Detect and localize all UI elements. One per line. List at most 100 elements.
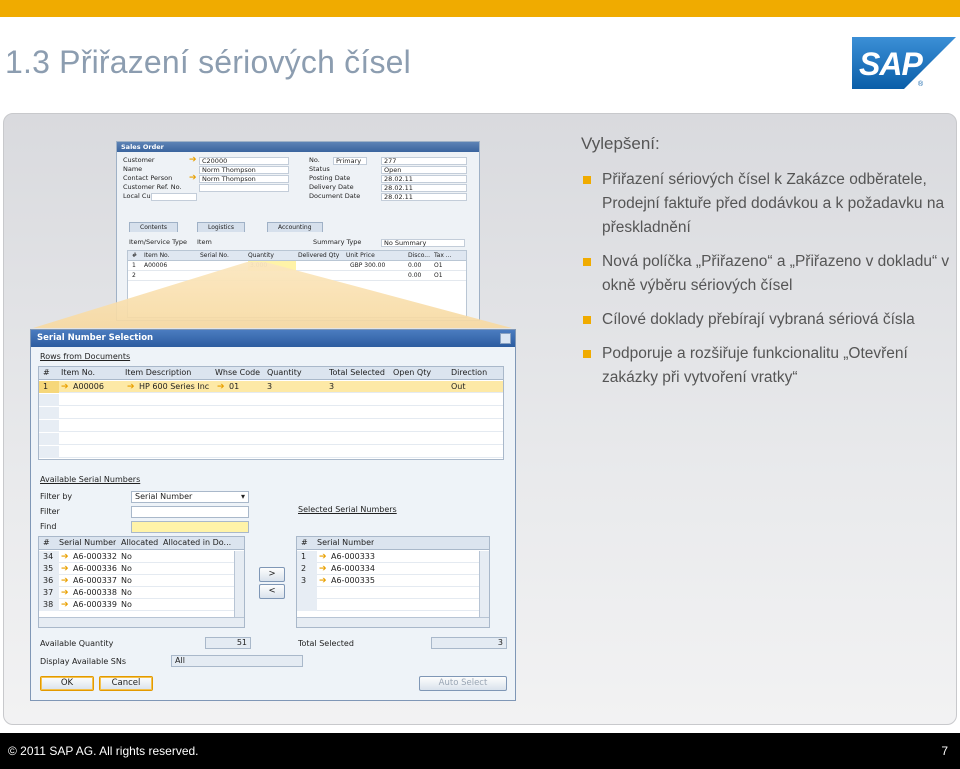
so-label-delivery: Delivery Date [309, 183, 354, 191]
so-field-customer[interactable]: C20000 [199, 157, 289, 165]
avail-row-serial: A6-000339 [73, 600, 117, 609]
so-label-summary: Summary Type [313, 238, 362, 246]
table-row[interactable] [39, 407, 503, 419]
link-arrow-icon[interactable]: ➔ [61, 575, 69, 587]
so-series-field[interactable]: Primary [333, 157, 367, 165]
bullet-square-icon [583, 316, 591, 324]
selected-hscrollbar[interactable] [297, 617, 489, 627]
bullet-item: Přiřazení sériových čísel k Zakázce odbě… [581, 168, 951, 240]
link-arrow-icon[interactable]: ➔ [61, 551, 69, 563]
sel-row-serial: A6-000335 [331, 576, 375, 585]
bullet-item: Cílové doklady přebírají vybraná sériová… [581, 308, 951, 332]
display-available-select[interactable]: All [171, 655, 303, 667]
move-right-button[interactable]: > [259, 567, 285, 582]
close-icon[interactable] [500, 333, 511, 344]
auto-select-button[interactable]: Auto Select [419, 676, 507, 691]
doc-row-item: A00006 [73, 382, 104, 391]
so-field-itemtype[interactable]: Item [197, 238, 212, 247]
so-field-posting[interactable]: 28.02.11 [381, 175, 467, 183]
tab-logistics[interactable]: Logistics [197, 222, 245, 232]
chevron-down-icon[interactable]: ▾ [241, 492, 245, 502]
avail-row-allocated: No [121, 600, 132, 609]
table-row[interactable]: 2 0.00 O1 [128, 271, 466, 281]
table-row[interactable]: 37 ➔ A6-000338 No [39, 587, 244, 599]
table-row[interactable]: 34 ➔ A6-000332 No [39, 551, 244, 563]
so-row-tax: O1 [434, 272, 443, 279]
row-number-cell [39, 407, 59, 419]
so-field-custref[interactable] [199, 184, 289, 192]
table-row[interactable]: 36 ➔ A6-000337 No [39, 575, 244, 587]
so-grid-header: # Item No. Serial No. Quantity Delivered… [128, 251, 466, 261]
bullet-square-icon [583, 258, 591, 266]
doc-row-direction: Out [451, 382, 466, 391]
available-grid-header: # Serial Number Allocated Allocated in D… [39, 537, 244, 550]
so-row-num: 1 [132, 262, 136, 269]
available-serials-grid: # Serial Number Allocated Allocated in D… [38, 536, 245, 628]
table-row[interactable]: 1 ➔ A00006 ➔ HP 600 Series Inc ➔ 01 3 3 … [39, 381, 503, 393]
row-number-cell [39, 433, 59, 445]
so-col-price: Unit Price [346, 252, 375, 259]
doc-row-total-selected: 3 [329, 382, 335, 391]
so-field-status[interactable]: Open [381, 166, 467, 174]
move-left-button[interactable]: < [259, 584, 285, 599]
sap-logo: SAP ® [852, 37, 956, 89]
link-arrow-icon[interactable]: ➔ [217, 381, 225, 393]
filter-input[interactable] [131, 506, 249, 518]
ok-button[interactable]: OK [40, 676, 94, 691]
link-arrow-icon[interactable]: ➔ [61, 599, 69, 611]
available-scrollbar[interactable] [234, 551, 244, 619]
tab-accounting[interactable]: Accounting [267, 222, 323, 232]
doc-col-description: Item Description [125, 368, 192, 377]
table-row[interactable] [297, 587, 489, 599]
tab-contents[interactable]: Contents [129, 222, 178, 232]
link-arrow-icon[interactable]: ➔ [61, 381, 69, 393]
link-arrow-icon[interactable]: ➔ [319, 563, 327, 575]
so-field-delivery[interactable]: 28.02.11 [381, 184, 467, 192]
table-row[interactable]: 38 ➔ A6-000339 No [39, 599, 244, 611]
link-arrow-icon[interactable]: ➔ [127, 381, 135, 393]
link-arrow-icon[interactable]: ➔ [319, 551, 327, 563]
table-row[interactable] [297, 599, 489, 611]
link-arrow-icon[interactable]: ➔ [319, 575, 327, 587]
table-row[interactable]: 3 ➔ A6-000335 [297, 575, 489, 587]
so-field-docnum[interactable]: 277 [381, 157, 467, 165]
table-row[interactable]: 1 ➔ A6-000333 [297, 551, 489, 563]
link-arrow-icon[interactable]: ➔ [189, 174, 197, 183]
so-row-qty[interactable]: 3.000 [248, 261, 296, 271]
so-col-tax: Tax ... [434, 252, 452, 259]
bullet-text: Cílové doklady přebírají vybraná sériová… [602, 311, 915, 328]
row-number-cell [297, 599, 317, 611]
available-hscrollbar[interactable] [39, 617, 244, 627]
documents-grid-header: # Item No. Item Description Whse Code Qu… [39, 367, 503, 380]
table-row[interactable]: 35 ➔ A6-000336 No [39, 563, 244, 575]
link-arrow-icon[interactable]: ➔ [61, 587, 69, 599]
so-field-document[interactable]: 28.02.11 [381, 193, 467, 201]
so-field-contact[interactable]: Norm Thompson [199, 175, 289, 183]
so-label-name: Name [123, 165, 143, 173]
selected-grid-header: # Serial Number [297, 537, 489, 550]
selected-scrollbar[interactable] [479, 551, 489, 619]
table-row[interactable] [39, 394, 503, 406]
so-field-currency[interactable] [151, 193, 197, 201]
table-row[interactable]: 1 A00006 3.000 GBP 300.00 0.00 O1 [128, 261, 466, 271]
serial-window-title: Serial Number Selection [31, 330, 515, 347]
so-field-summary[interactable]: No Summary [381, 239, 465, 247]
sel-row-num: 1 [297, 551, 317, 563]
display-available-label: Display Available SNs [40, 657, 127, 666]
filter-by-select[interactable]: Serial Number ▾ [131, 491, 249, 503]
avail-col-num: # [43, 538, 50, 547]
link-arrow-icon[interactable]: ➔ [189, 156, 197, 165]
cancel-button[interactable]: Cancel [99, 676, 153, 691]
so-label-contact: Contact Person [123, 174, 173, 182]
table-row[interactable]: 2 ➔ A6-000334 [297, 563, 489, 575]
link-arrow-icon[interactable]: ➔ [61, 563, 69, 575]
so-row-num: 2 [132, 272, 136, 279]
so-field-name[interactable]: Norm Thompson [199, 166, 289, 174]
bullet-text: Přiřazení sériových čísel k Zakázce odbě… [602, 171, 945, 236]
table-row[interactable] [39, 446, 503, 458]
table-row[interactable] [39, 433, 503, 445]
find-input[interactable] [131, 521, 249, 533]
available-serials-title: Available Serial Numbers [40, 475, 141, 484]
table-row[interactable] [39, 420, 503, 432]
doc-col-quantity: Quantity [267, 368, 302, 377]
